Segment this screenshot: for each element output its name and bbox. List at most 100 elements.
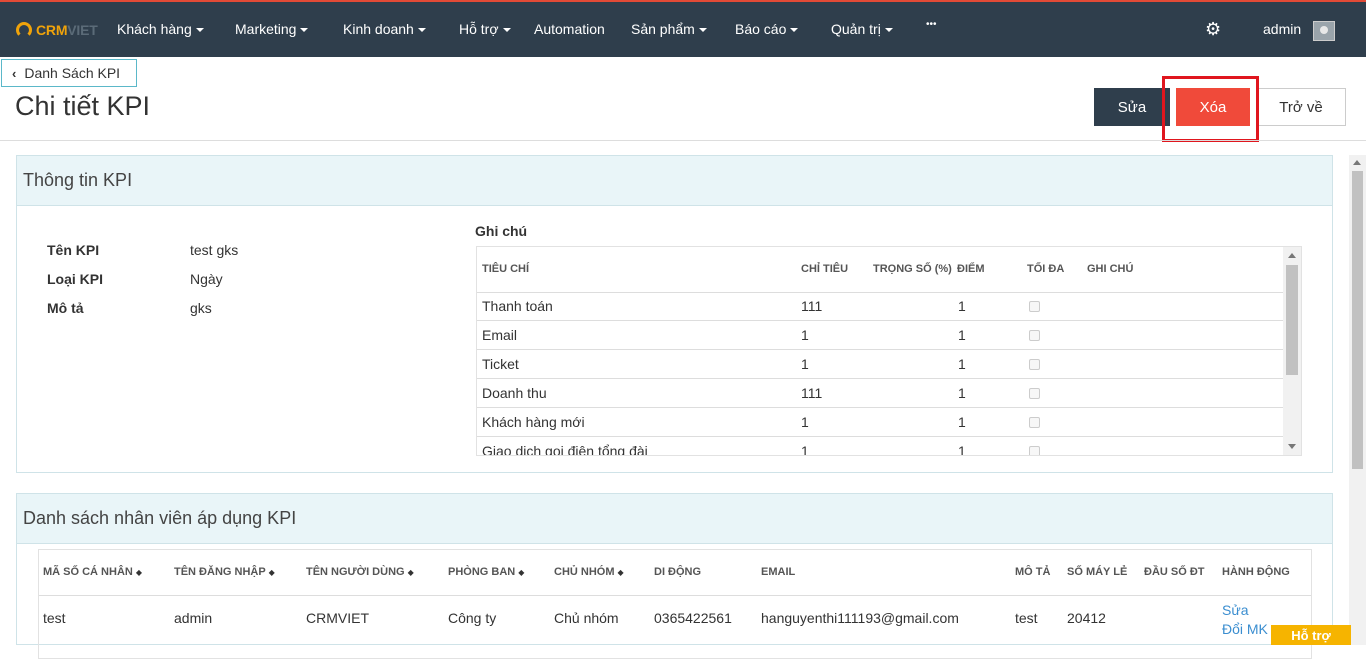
col-actions: HÀNH ĐỘNG [1222, 566, 1290, 578]
criterion-points: 1 [958, 443, 966, 456]
scroll-up-icon[interactable] [1353, 160, 1361, 165]
delete-button[interactable]: Xóa [1176, 88, 1250, 126]
page-scrollbar[interactable] [1349, 155, 1366, 645]
col-owner[interactable]: CHỦ NHÓM ◆ [554, 566, 624, 578]
emp-extension: 20412 [1067, 610, 1106, 626]
criteria-row: Giao dịch gọi điện tổng đài 1 1 [477, 437, 1283, 456]
col-note: GHI CHÚ [1087, 263, 1134, 275]
max-checkbox [1029, 301, 1040, 312]
criterion-target: 111 [801, 298, 823, 314]
criteria-row: Khách hàng mới 1 1 [477, 408, 1283, 437]
caret-down-icon [790, 28, 799, 33]
emp-email: hanguyenthi111193@gmail.com [761, 610, 959, 626]
kpi-info-title: Thông tin KPI [17, 156, 1332, 206]
max-checkbox [1029, 388, 1040, 399]
criteria-row: Ticket 1 1 [477, 350, 1283, 379]
nav-more[interactable]: ••• [926, 19, 937, 30]
criterion-target: 1 [801, 414, 809, 430]
nav-quan-tri[interactable]: Quản trị [831, 21, 893, 37]
emp-department: Công ty [448, 610, 497, 626]
avatar[interactable] [1313, 21, 1335, 41]
emp-id: test [43, 610, 66, 626]
criterion-points: 1 [958, 327, 966, 343]
gear-icon[interactable]: ⚙ [1205, 20, 1223, 38]
scroll-down-icon[interactable] [1288, 444, 1296, 449]
criterion-target: 111 [801, 385, 823, 401]
col-max: TỐI ĐA [1027, 263, 1065, 275]
caret-down-icon [884, 28, 893, 33]
criterion-points: 1 [958, 356, 966, 372]
max-checkbox [1029, 330, 1040, 341]
col-username[interactable]: TÊN ĐĂNG NHẬP ◆ [174, 566, 275, 578]
emp-edit-link[interactable]: Sửa [1222, 602, 1249, 618]
sort-icon: ◆ [407, 567, 414, 577]
sort-icon: ◆ [617, 567, 624, 577]
col-department[interactable]: PHÒNG BAN ◆ [448, 566, 524, 578]
kpi-name-label: Tên KPI [47, 242, 100, 258]
col-criterion: TIÊU CHÍ [482, 263, 530, 275]
top-navbar: CRMVIET Khách hàng Marketing Kinh doanh … [0, 0, 1366, 57]
col-email: EMAIL [761, 566, 796, 578]
sort-icon: ◆ [268, 567, 275, 577]
edit-button[interactable]: Sửa [1094, 88, 1170, 126]
criterion-name: Khách hàng mới [482, 414, 585, 430]
nav-bao-cao[interactable]: Báo cáo [735, 21, 799, 37]
emp-mobile: 0365422561 [654, 610, 732, 626]
employees-table: MÃ SỐ CÁ NHÂN ◆ TÊN ĐĂNG NHẬP ◆ TÊN NGƯỜI … [38, 549, 1312, 659]
criterion-points: 1 [958, 298, 966, 314]
criteria-header: TIÊU CHÍ CHỈ TIÊU TRỌNG SỐ (%) ĐIỂM TỐI … [477, 247, 1283, 293]
col-points: ĐIỂM [957, 263, 985, 275]
crmviet-logo[interactable]: CRMVIET [16, 19, 98, 41]
scroll-thumb[interactable] [1352, 171, 1363, 469]
criterion-name: Email [482, 327, 518, 343]
scroll-thumb[interactable] [1286, 265, 1298, 375]
criterion-name: Thanh toán [482, 298, 553, 314]
emp-fullname: CRMVIET [306, 610, 369, 626]
kpi-desc-label: Mô tả [47, 300, 84, 316]
criteria-row: Thanh toán 111 1 [477, 292, 1283, 321]
employees-panel: Danh sách nhân viên áp dụng KPI MÃ SỐ CÁ… [16, 493, 1333, 659]
col-target: CHỈ TIÊU [801, 263, 849, 275]
criterion-name: Giao dịch gọi điện tổng đài [482, 443, 648, 456]
emp-username: admin [174, 610, 213, 626]
note-title: Ghi chú [475, 223, 528, 239]
kpi-desc-value: gks [190, 300, 212, 316]
caret-down-icon [698, 28, 707, 33]
criteria-row: Doanh thu 111 1 [477, 379, 1283, 408]
support-button[interactable]: Hỗ trợ [1271, 625, 1351, 645]
nav-marketing[interactable]: Marketing [235, 21, 309, 37]
sort-icon: ◆ [135, 567, 142, 577]
criterion-name: Ticket [482, 356, 519, 372]
caret-down-icon [417, 28, 426, 33]
sort-icon: ◆ [518, 567, 525, 577]
max-checkbox [1029, 417, 1040, 428]
nav-khach-hang[interactable]: Khách hàng [117, 21, 204, 37]
chevron-left-icon: ‹ [12, 65, 17, 81]
col-personal-id[interactable]: MÃ SỐ CÁ NHÂN ◆ [43, 566, 142, 578]
logo-ring-icon [16, 22, 32, 38]
kpi-type-label: Loại KPI [47, 271, 104, 287]
criterion-target: 1 [801, 356, 809, 372]
nav-automation[interactable]: Automation [534, 21, 605, 37]
col-fullname[interactable]: TÊN NGƯỜI DÙNG ◆ [306, 566, 414, 578]
nav-kinh-doanh[interactable]: Kinh doanh [343, 21, 426, 37]
logo-text: CRMVIET [36, 22, 98, 38]
criteria-row: Email 1 1 [477, 321, 1283, 350]
criterion-target: 1 [801, 327, 809, 343]
nav-san-pham[interactable]: Sản phẩm [631, 21, 707, 37]
scroll-up-icon[interactable] [1288, 253, 1296, 258]
employees-header: MÃ SỐ CÁ NHÂN ◆ TÊN ĐĂNG NHẬP ◆ TÊN NGƯỜI … [39, 550, 1311, 596]
kpi-type-value: Ngày [190, 271, 223, 287]
col-extension: SỐ MÁY LẺ [1067, 566, 1128, 578]
return-button[interactable]: Trở về [1256, 88, 1346, 126]
criteria-scrollbar[interactable] [1283, 247, 1301, 455]
nav-ho-tro[interactable]: Hỗ trợ [459, 21, 511, 37]
criteria-table: TIÊU CHÍ CHỈ TIÊU TRỌNG SỐ (%) ĐIỂM TỐI … [476, 246, 1302, 456]
col-mobile: DI ĐỘNG [654, 566, 702, 578]
back-to-kpi-list-button[interactable]: ‹ Danh Sách KPI [1, 59, 137, 87]
user-name[interactable]: admin [1263, 21, 1301, 37]
criterion-points: 1 [958, 385, 966, 401]
criterion-points: 1 [958, 414, 966, 430]
emp-change-password-link[interactable]: Đổi MK [1222, 621, 1268, 637]
header-divider [0, 140, 1366, 141]
